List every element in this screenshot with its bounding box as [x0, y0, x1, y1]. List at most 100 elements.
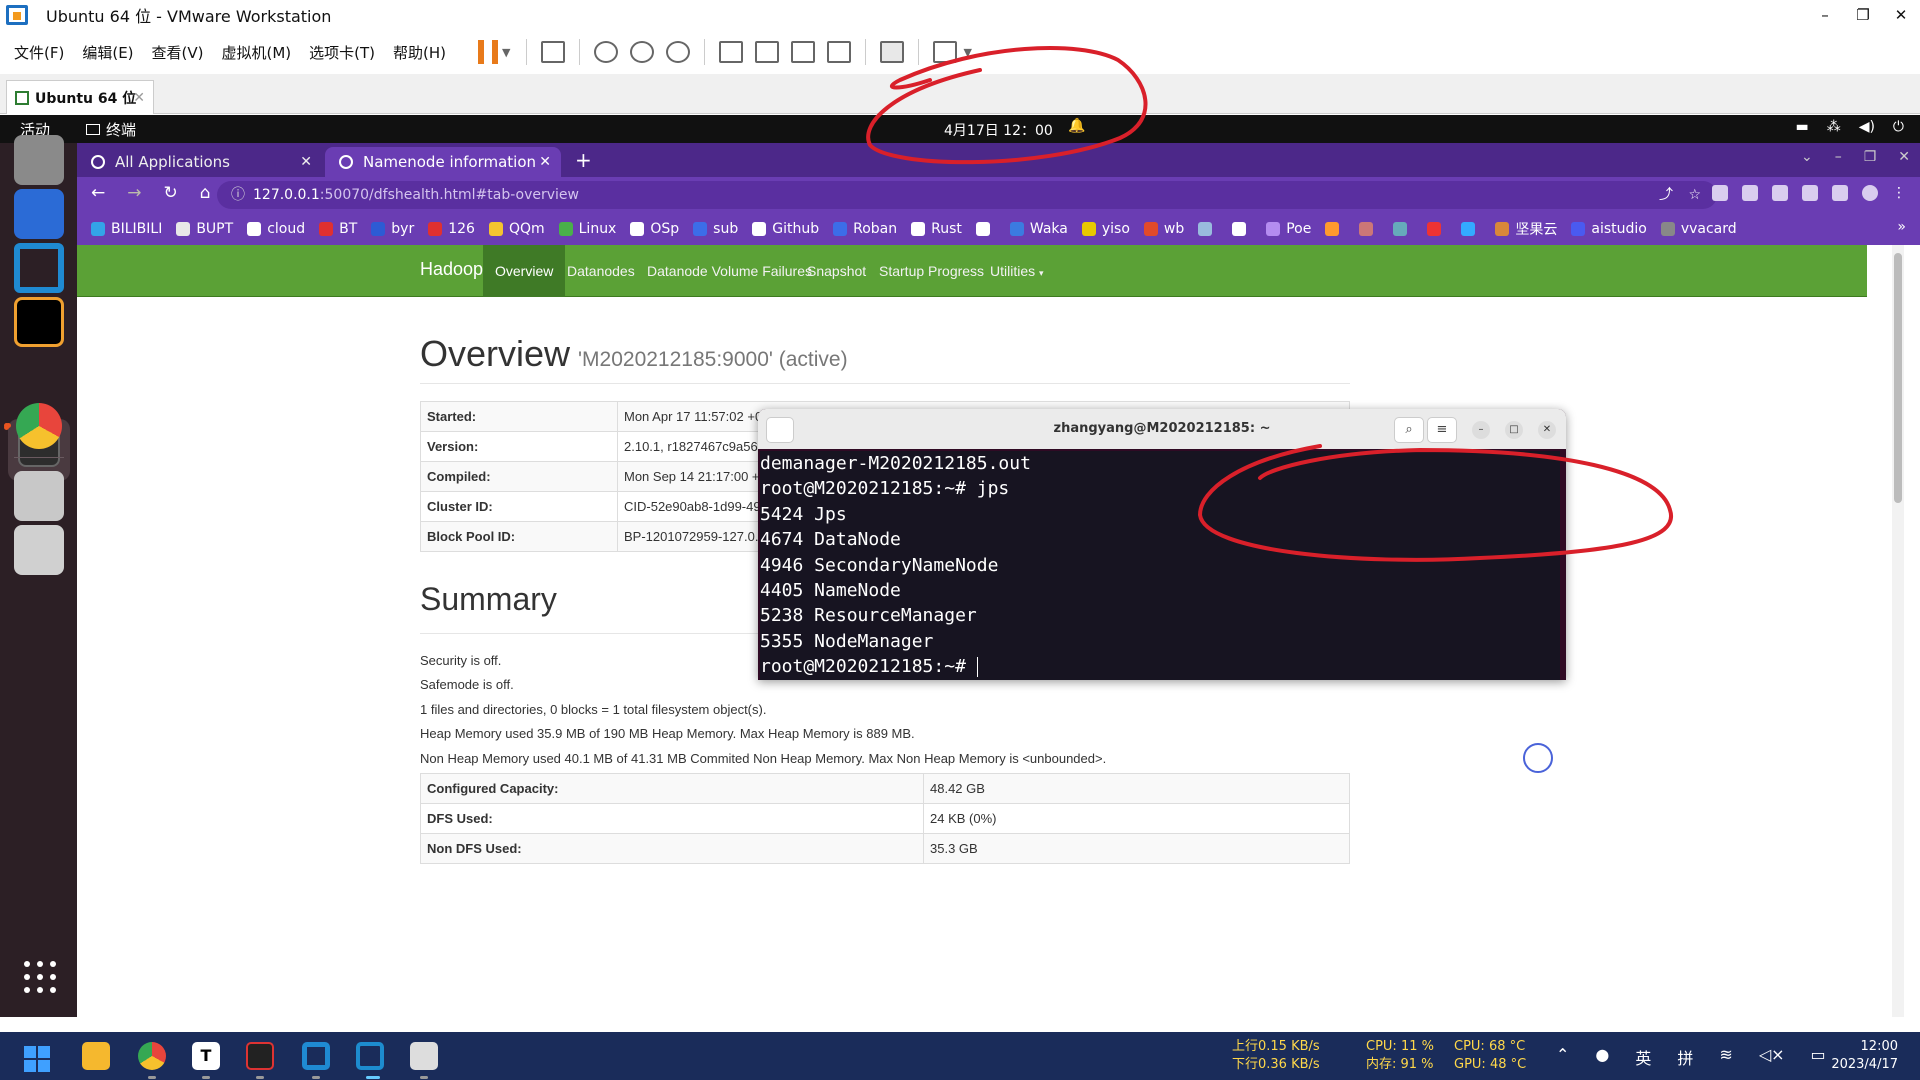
share-icon[interactable]: ⤴ — [1659, 181, 1673, 209]
restore-button[interactable]: ❐ — [1844, 0, 1882, 30]
bookmark-item[interactable] — [1393, 222, 1413, 236]
file-explorer-icon[interactable] — [82, 1042, 110, 1070]
kebab-menu-icon[interactable]: ⋮ — [1892, 185, 1908, 201]
close-button[interactable]: ✕ — [1538, 421, 1556, 439]
assistant-chat-icon[interactable] — [1523, 743, 1553, 773]
bookmark-item[interactable]: 坚果云 — [1495, 219, 1557, 239]
hamburger-menu-button[interactable]: ≡ — [1427, 417, 1457, 443]
close-icon[interactable]: ✕ — [133, 90, 145, 106]
bookmark-item[interactable]: QQm — [488, 221, 545, 237]
chrome-icon[interactable] — [16, 403, 62, 449]
page-scrollbar[interactable] — [1892, 245, 1904, 1017]
wps-icon[interactable] — [246, 1042, 274, 1070]
maximize-button[interactable]: □ — [1505, 421, 1523, 439]
bookmark-item[interactable]: cloud — [247, 221, 305, 237]
snapshot-icon[interactable] — [594, 41, 619, 63]
menu-file[interactable]: 文件(F) — [14, 42, 64, 63]
vm-tab-ubuntu[interactable]: Ubuntu 64 位 ✕ — [6, 80, 154, 114]
bookmark-item[interactable]: Linux — [558, 221, 616, 237]
close-icon[interactable]: ✕ — [539, 154, 551, 170]
chrome-icon[interactable] — [138, 1042, 166, 1070]
bookmark-item[interactable] — [1198, 222, 1218, 236]
tab-all-applications[interactable]: All Applications ✕ — [77, 147, 322, 177]
minimize-button[interactable]: – — [1835, 149, 1842, 165]
restore-button[interactable]: ❐ — [1864, 149, 1877, 165]
menu-help[interactable]: 帮助(H) — [393, 42, 446, 63]
bookmark-item[interactable] — [1359, 222, 1379, 236]
revert-snapshot-icon[interactable] — [630, 41, 655, 63]
intellij-icon[interactable] — [14, 297, 64, 347]
bookmark-item[interactable]: vvacard — [1660, 221, 1737, 237]
minimize-button[interactable]: – — [1806, 0, 1844, 30]
bookmark-item[interactable]: yiso — [1081, 221, 1130, 237]
scrollbar-thumb[interactable] — [1894, 253, 1902, 503]
text-editor-icon[interactable] — [14, 471, 64, 521]
nav-snapshot[interactable]: Snapshot — [795, 245, 878, 297]
vscode-icon[interactable] — [14, 243, 64, 293]
extension-icon[interactable] — [1742, 185, 1758, 201]
address-bar[interactable]: ⓘ 127.0.0.1:50070/dfshealth.html#tab-over… — [217, 181, 1717, 209]
vscode-icon[interactable] — [302, 1042, 330, 1070]
wifi-icon[interactable]: ≋ — [1719, 1045, 1732, 1069]
translate-extension-icon[interactable] — [1712, 185, 1728, 201]
send-ctrl-alt-del-icon[interactable] — [541, 41, 566, 63]
mail-extension-icon[interactable] — [1772, 185, 1788, 201]
hadoop-brand[interactable]: Hadoop — [420, 259, 483, 280]
library-view-icon[interactable] — [719, 41, 744, 63]
nav-datanodes[interactable]: Datanodes — [555, 245, 647, 297]
terminal-output[interactable]: demanager-M2020212185.out root@M202021218… — [760, 451, 1560, 680]
menu-tabs[interactable]: 选项卡(T) — [309, 42, 375, 63]
site-info-icon[interactable]: ⓘ — [231, 187, 245, 203]
clock[interactable]: 4月17日 12：00 — [944, 120, 1053, 140]
bookmark-item[interactable]: BILIBILI — [91, 221, 162, 237]
menu-vm[interactable]: 虚拟机(M) — [222, 42, 292, 63]
search-button[interactable]: ⌕ — [1394, 417, 1424, 443]
show-apps-icon[interactable] — [24, 961, 56, 993]
windows-start-icon[interactable] — [24, 1046, 50, 1072]
bookmark-item[interactable] — [975, 222, 996, 236]
bookmark-item[interactable]: aistudio — [1571, 221, 1647, 237]
pause-icon[interactable] — [478, 40, 499, 64]
close-button[interactable]: ✕ — [1898, 149, 1910, 165]
console-view-icon[interactable] — [880, 41, 905, 63]
reload-icon[interactable]: ↻ — [164, 183, 178, 203]
bookmark-item[interactable]: Waka — [1009, 221, 1068, 237]
new-tab-button[interactable]: + — [575, 148, 592, 172]
nav-startup-progress[interactable]: Startup Progress — [867, 245, 996, 297]
avatar[interactable] — [1862, 185, 1878, 201]
tab-search-icon[interactable]: ⌄ — [1801, 149, 1813, 165]
typora-icon[interactable]: T — [192, 1042, 220, 1070]
bookmark-item[interactable] — [1325, 222, 1345, 236]
battery-icon[interactable]: ▭ — [1811, 1045, 1826, 1069]
minimize-button[interactable]: – — [1472, 421, 1490, 439]
files-icon[interactable] — [14, 135, 64, 185]
system-tray[interactable]: ▬ ⁂ ◀) ⏻ — [1795, 119, 1904, 135]
qq-icon[interactable]: ● — [1595, 1045, 1609, 1069]
puzzle-icon[interactable] — [1802, 185, 1818, 201]
snipping-tool-icon[interactable] — [410, 1042, 438, 1070]
bookmark-item[interactable] — [1461, 222, 1481, 236]
bookmark-item[interactable]: wb — [1143, 221, 1184, 237]
bookmark-item[interactable] — [1232, 222, 1252, 236]
bookmark-item[interactable]: byr — [371, 221, 414, 237]
bookmark-item[interactable]: BT — [319, 221, 357, 237]
unity-icon[interactable] — [827, 41, 852, 63]
app-menu-terminal[interactable]: 终端 — [86, 119, 136, 140]
bookmark-item[interactable]: Roban — [833, 221, 897, 237]
close-button[interactable]: ✕ — [1882, 0, 1920, 30]
bookmark-item[interactable]: 126 — [428, 221, 475, 237]
nav-overview[interactable]: Overview — [483, 245, 566, 297]
bookmark-item[interactable]: sub — [693, 221, 738, 237]
snapshot-manager-icon[interactable] — [666, 41, 691, 63]
fullscreen-icon[interactable] — [791, 41, 816, 63]
bookmark-item[interactable]: Poe — [1266, 221, 1311, 237]
chevron-up-icon[interactable]: ⌃ — [1556, 1045, 1569, 1069]
thumbnail-view-icon[interactable] — [755, 41, 780, 63]
trash-icon[interactable] — [14, 525, 64, 575]
nav-utilities[interactable]: Utilities ▾ — [978, 245, 1056, 297]
menu-edit[interactable]: 编辑(E) — [82, 42, 133, 63]
taskbar-clock[interactable]: 12:00 2023/4/17 — [1831, 1038, 1898, 1074]
bookmark-item[interactable]: BUPT — [176, 221, 233, 237]
ime-language[interactable]: 英 — [1635, 1045, 1651, 1069]
close-icon[interactable]: ✕ — [300, 154, 312, 170]
